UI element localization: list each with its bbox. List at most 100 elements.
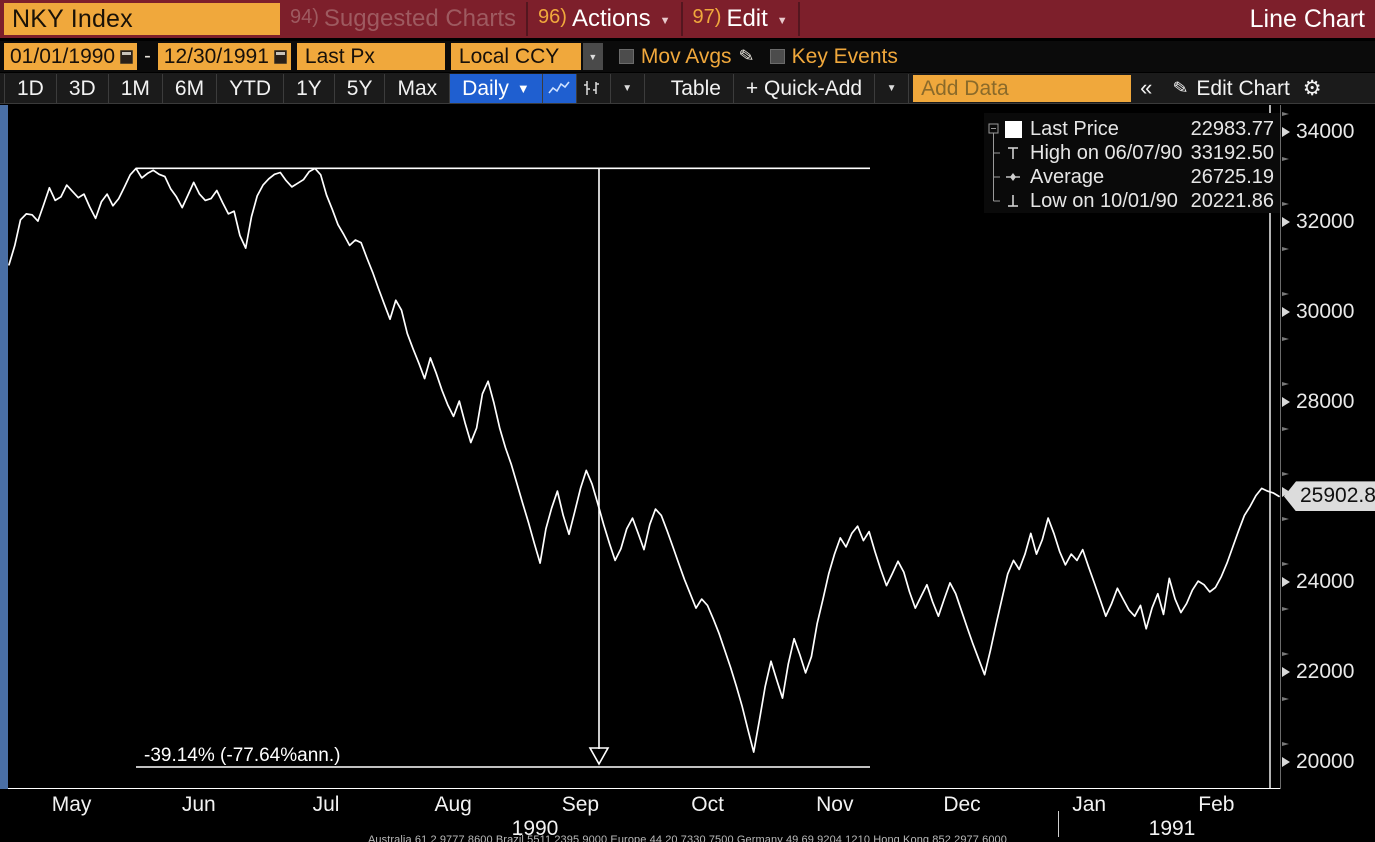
start-date-input[interactable]: 01/01/1990 — [4, 43, 137, 70]
pencil-icon: ✎ — [1171, 73, 1190, 104]
y-axis[interactable]: 25902.81 2000022000240002800030000320003… — [1280, 105, 1375, 789]
menu-actions[interactable]: 96) Actions ▼ — [528, 0, 681, 38]
x-axis-label: Nov — [816, 793, 853, 817]
y-axis-minor-tick — [1282, 742, 1289, 746]
y-axis-minor-tick — [1282, 517, 1289, 521]
chevron-down-icon: ▼ — [517, 74, 530, 103]
toolbar: 1D 3D 1M 6M YTD 1Y 5Y Max Daily ▼ — [0, 73, 1375, 104]
add-data-input[interactable]: Add Data — [913, 75, 1131, 102]
y-axis-minor-tick — [1282, 337, 1289, 341]
chart-legend[interactable]: Last Price 22983.77 High on 06/07/90 — [984, 113, 1280, 213]
chevron-down-icon: ▼ — [622, 83, 632, 94]
legend-row-high[interactable]: High on 06/07/90 33192.50 — [988, 141, 1274, 165]
x-axis: MayJunJulAugSepOctNovDecJanFeb19901991 — [0, 793, 1375, 825]
end-date-value: 12/30/1991 — [164, 43, 269, 70]
y-axis-tick — [1282, 127, 1290, 137]
period-dropdown[interactable]: Daily ▼ — [450, 74, 543, 103]
bloomberg-terminal-window: NKY Index 94) Suggested Charts 96) Actio… — [0, 0, 1375, 842]
range-button-1y[interactable]: 1Y — [284, 74, 335, 103]
y-axis-tick — [1282, 487, 1290, 497]
range-button-1d[interactable]: 1D — [4, 74, 57, 103]
end-date-input[interactable]: 12/30/1991 — [158, 43, 291, 70]
legend-value: 26725.19 — [1191, 166, 1274, 189]
legend-value: 33192.50 — [1191, 142, 1274, 165]
tree-expand-icon[interactable] — [988, 117, 1002, 141]
line-chart-icon[interactable] — [543, 74, 577, 103]
x-axis-label: May — [52, 793, 92, 817]
x-axis-label: Sep — [562, 793, 599, 817]
y-axis-tick — [1282, 217, 1290, 227]
calendar-icon[interactable] — [120, 50, 133, 64]
gear-icon[interactable]: ⚙ — [1294, 76, 1331, 101]
y-axis-minor-tick — [1282, 292, 1289, 296]
legend-swatch-icon — [1002, 121, 1024, 138]
measurement-label: -39.14% (-77.64%ann.) — [144, 745, 340, 767]
y-axis-minor-tick — [1282, 382, 1289, 386]
menu-edit[interactable]: 97) Edit ▼ — [683, 0, 798, 38]
x-axis-label: Aug — [435, 793, 472, 817]
range-button-5y[interactable]: 5Y — [335, 74, 386, 103]
y-axis-label: 20000 — [1296, 750, 1354, 774]
mov-avgs-control[interactable]: Mov Avgs ✎ — [619, 45, 754, 69]
last-price-tag: 25902.81 — [1284, 481, 1375, 511]
average-marker-icon — [1002, 170, 1024, 184]
menu-number: 94) — [290, 6, 319, 29]
legend-label: High on 06/07/90 — [1024, 142, 1191, 165]
security-input[interactable]: NKY Index — [4, 3, 280, 35]
menu-label: Actions — [572, 5, 651, 33]
y-axis-minor-tick — [1282, 112, 1289, 116]
left-scroll-rail[interactable] — [0, 105, 8, 789]
quick-add-button[interactable]: + Quick-Add — [734, 74, 875, 103]
tree-branch-icon — [988, 165, 1002, 189]
chevron-down-icon: ▼ — [660, 15, 671, 27]
range-button-ytd[interactable]: YTD — [217, 74, 284, 103]
y-axis-label: 28000 — [1296, 390, 1354, 414]
start-date-value: 01/01/1990 — [10, 43, 115, 70]
currency-dropdown-button[interactable]: ▼ — [583, 43, 603, 70]
pencil-icon[interactable]: ✎ — [737, 45, 755, 68]
price-type-input[interactable]: Last Px — [297, 43, 445, 70]
date-range-separator: - — [137, 45, 158, 68]
x-axis-label: Jul — [313, 793, 340, 817]
legend-label: Last Price — [1024, 118, 1191, 141]
edit-chart-button[interactable]: ✎ Edit Chart — [1161, 74, 1293, 103]
key-events-checkbox[interactable] — [770, 49, 785, 64]
edit-chart-label: Edit Chart — [1196, 74, 1289, 103]
legend-row-average[interactable]: Average 26725.19 — [988, 165, 1274, 189]
bar-chart-icon[interactable] — [577, 74, 611, 103]
y-axis-tick — [1282, 397, 1290, 407]
menu-suggested-charts[interactable]: 94) Suggested Charts — [280, 0, 526, 38]
range-button-6m[interactable]: 6M — [163, 74, 217, 103]
menu-number: 97) — [693, 6, 722, 29]
legend-row-last-price[interactable]: Last Price 22983.77 — [988, 117, 1274, 141]
range-button-max[interactable]: Max — [385, 74, 450, 103]
x-axis-label: Feb — [1198, 793, 1234, 817]
tree-branch-icon — [988, 141, 1002, 165]
y-axis-tick — [1282, 757, 1290, 767]
quick-add-dropdown[interactable]: ▼ — [875, 74, 909, 103]
legend-row-low[interactable]: Low on 10/01/90 20221.86 — [988, 189, 1274, 213]
range-button-3d[interactable]: 3D — [57, 74, 109, 103]
y-axis-minor-tick — [1282, 607, 1289, 611]
legend-value: 20221.86 — [1191, 190, 1274, 213]
measurement-annotation — [136, 168, 870, 767]
range-button-1m[interactable]: 1M — [109, 74, 163, 103]
y-axis-line — [1280, 105, 1281, 789]
controls-bar: 01/01/1990 - 12/30/1991 Last Px Local CC… — [0, 41, 1375, 72]
page-title: Line Chart — [1250, 0, 1375, 38]
menu-divider — [798, 2, 800, 36]
legend-value: 22983.77 — [1191, 118, 1274, 141]
key-events-control[interactable]: Key Events — [770, 45, 898, 69]
y-axis-minor-tick — [1282, 472, 1289, 476]
key-events-label: Key Events — [792, 45, 898, 69]
calendar-icon[interactable] — [274, 50, 287, 64]
y-axis-minor-tick — [1282, 697, 1289, 701]
mov-avgs-checkbox[interactable] — [619, 49, 634, 64]
collapse-panel-button[interactable]: « — [1131, 75, 1161, 101]
menu-label: Edit — [726, 5, 767, 33]
chart-style-dropdown[interactable]: ▼ — [611, 74, 645, 103]
y-axis-minor-tick — [1282, 202, 1289, 206]
currency-input[interactable]: Local CCY — [451, 43, 581, 70]
y-axis-minor-tick — [1282, 652, 1289, 656]
table-button[interactable]: Table — [659, 74, 734, 103]
